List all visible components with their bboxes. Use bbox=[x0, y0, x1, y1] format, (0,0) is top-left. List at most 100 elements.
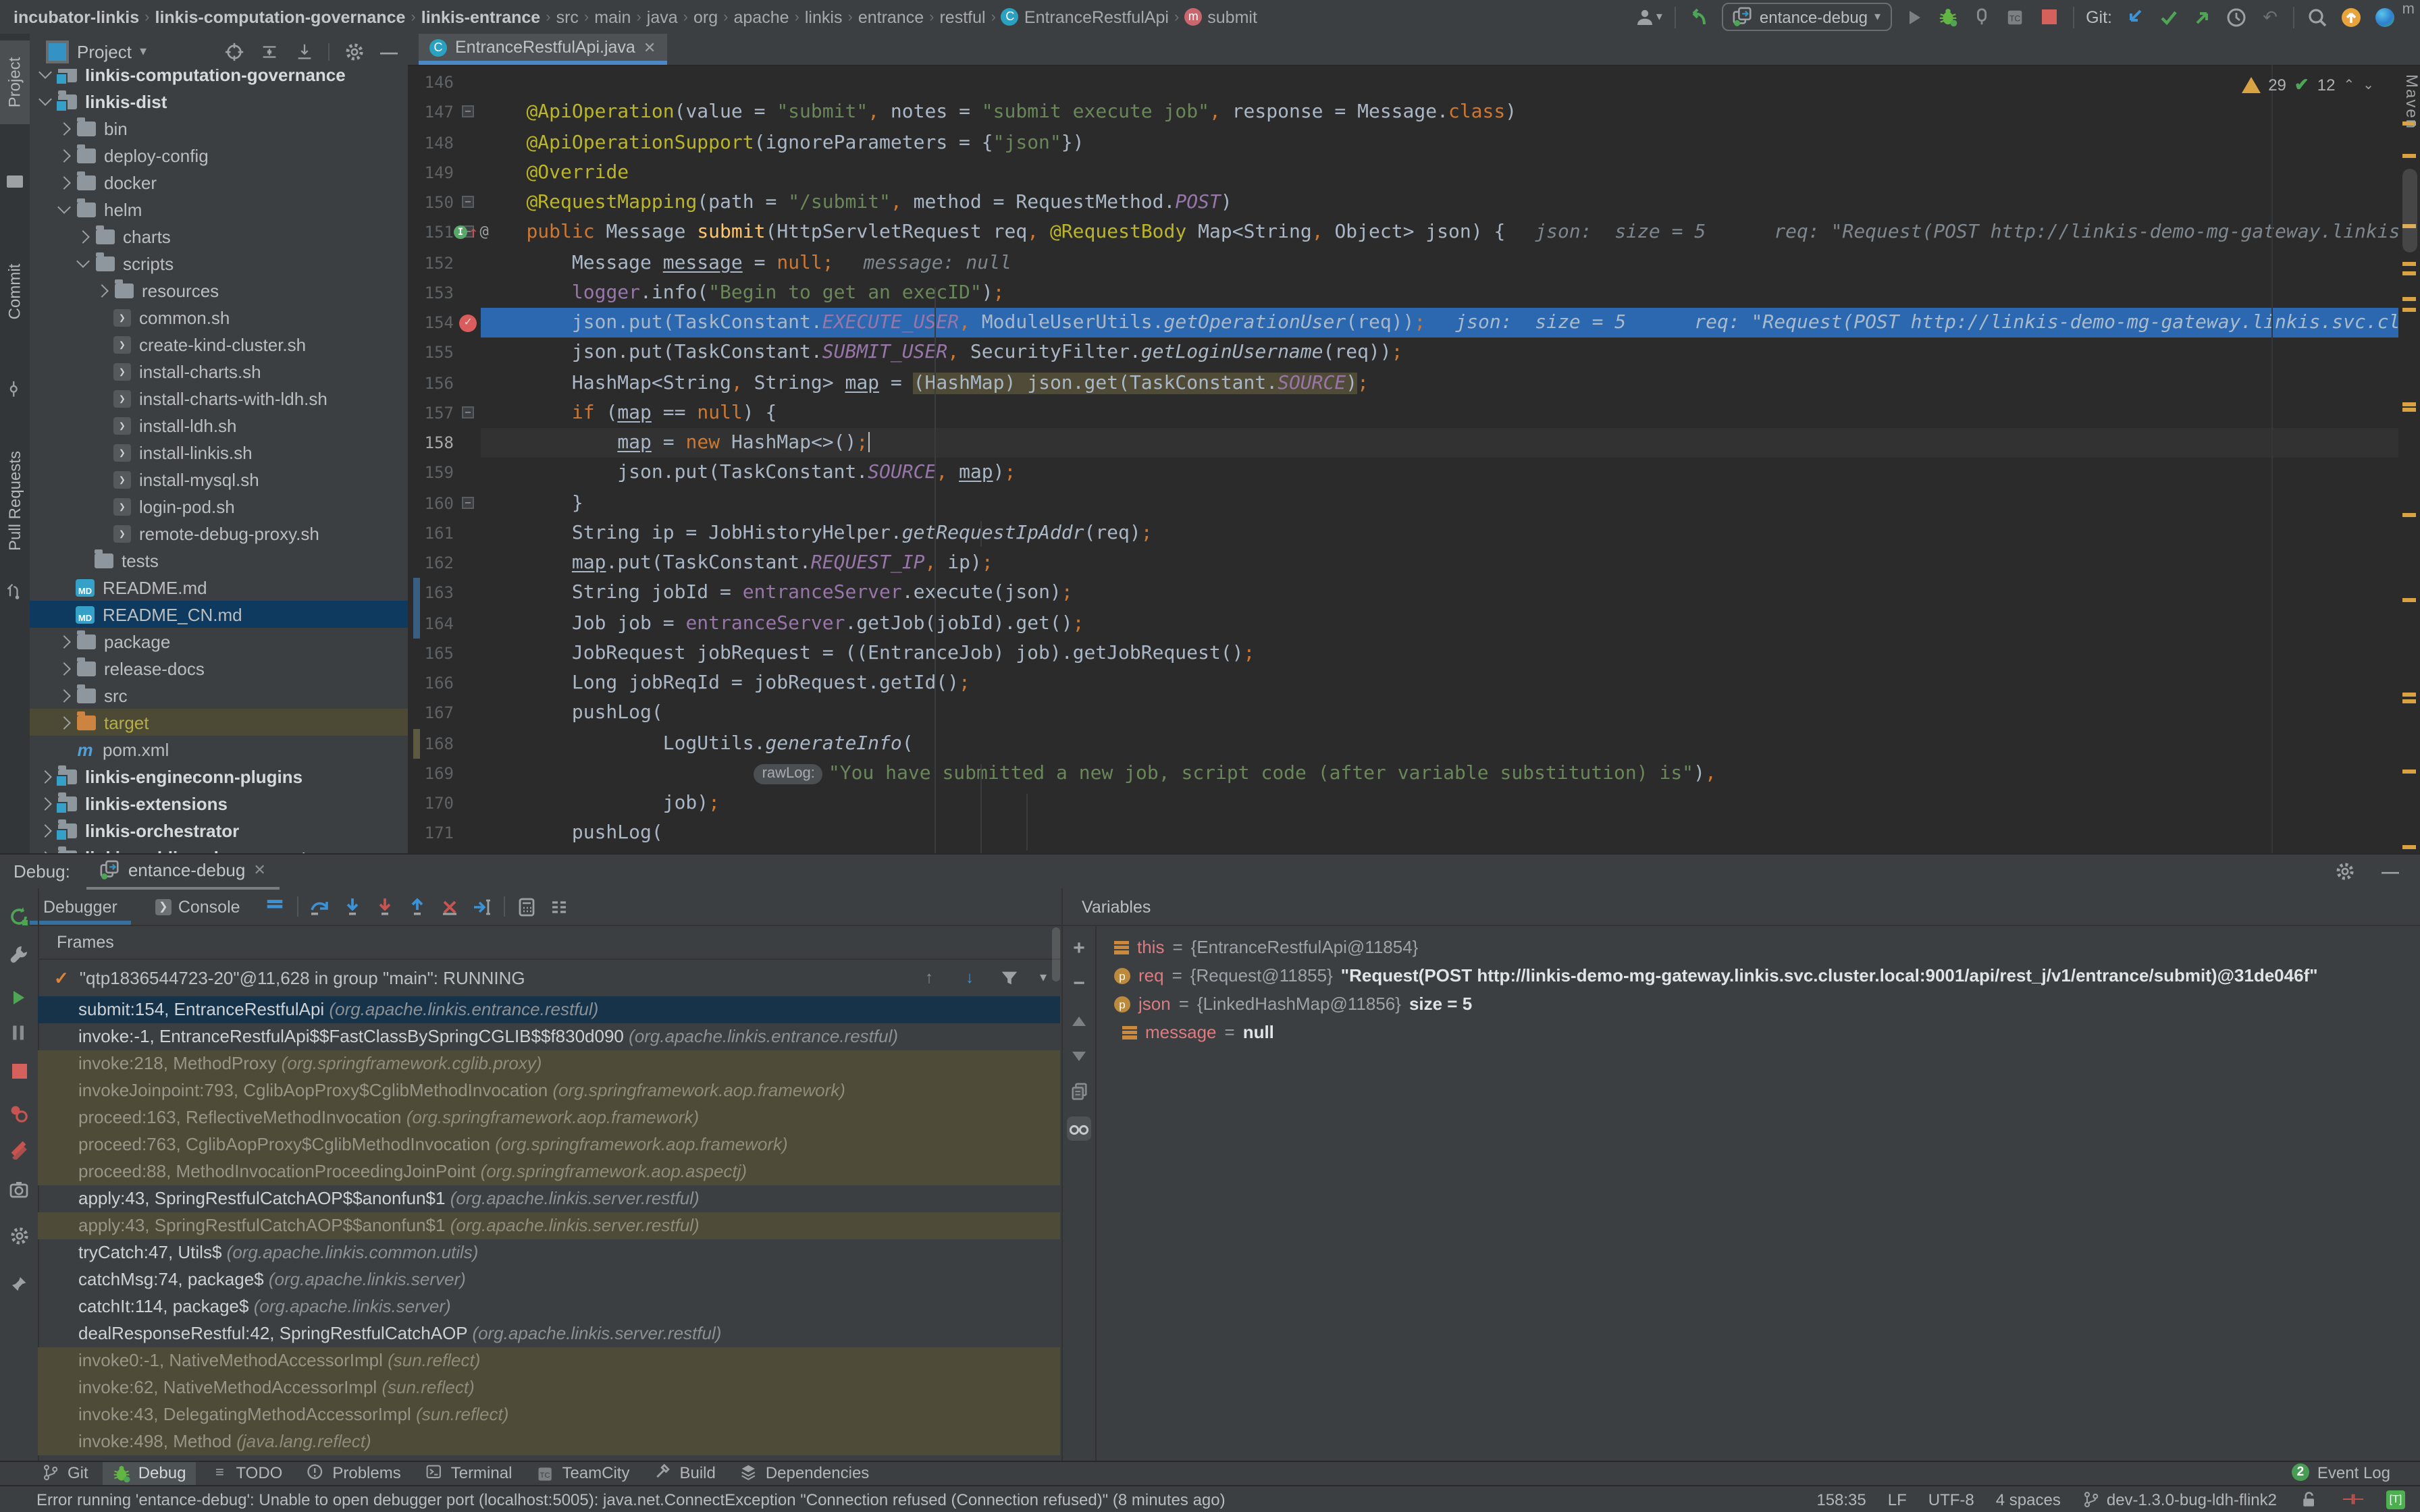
breadcrumb-item[interactable]: linkis bbox=[805, 7, 843, 26]
code-line-167[interactable]: 167 pushLog( bbox=[408, 699, 2398, 729]
tree-collapse-icon[interactable] bbox=[57, 634, 71, 648]
variable-message[interactable]: message=null bbox=[1095, 1018, 2420, 1046]
warning-stripe-mark[interactable] bbox=[2402, 408, 2416, 412]
event-log-button[interactable]: 2 Event Log bbox=[2292, 1461, 2390, 1484]
tree-item-linkis-public-enhancements[interactable]: linkis-public-enhancements bbox=[30, 844, 408, 853]
breadcrumb-item[interactable]: linkis-computation-governance bbox=[155, 7, 406, 26]
code-line-159[interactable]: 159 json.put(TaskConstant.SOURCE, map); bbox=[408, 458, 2398, 489]
tree-item-release-docs[interactable]: release-docs bbox=[30, 655, 408, 682]
breadcrumb-item[interactable]: restful bbox=[939, 7, 985, 26]
code-line-158[interactable]: 158 map = new HashMap<>(); bbox=[408, 428, 2398, 458]
breadcrumb-item[interactable]: java bbox=[647, 7, 678, 26]
tool-button-commit[interactable]: Commit bbox=[0, 254, 30, 328]
tree-item-linkis-extensions[interactable]: linkis-extensions bbox=[30, 790, 408, 817]
force-step-into-button-icon[interactable] bbox=[374, 896, 396, 917]
tree-item-bin[interactable]: bin bbox=[30, 115, 408, 142]
code-line-150[interactable]: 150− @RequestMapping(path = "/submit", m… bbox=[408, 188, 2398, 218]
hide-library-frames-button-icon[interactable] bbox=[999, 967, 1021, 988]
tree-item-deploy-config[interactable]: deploy-config bbox=[30, 142, 408, 169]
code-line-162[interactable]: 162 map.put(TaskConstant.REQUEST_IP, ip)… bbox=[408, 548, 2398, 578]
stack-frame[interactable]: invoke:218, MethodProxy (org.springframe… bbox=[38, 1050, 1060, 1077]
run-to-cursor-button-icon[interactable] bbox=[471, 896, 493, 917]
watch-up-button[interactable] bbox=[1067, 1008, 1091, 1033]
code-line-161[interactable]: 161 String ip = JobHistoryHelper.getRequ… bbox=[408, 518, 2398, 549]
tool-button-todo[interactable]: ≡TODO bbox=[201, 1461, 292, 1484]
locate-file-button-icon[interactable] bbox=[223, 40, 244, 62]
rerun-button[interactable] bbox=[7, 905, 31, 929]
build-project-icon[interactable] bbox=[1688, 6, 1710, 28]
pin-tab-button[interactable] bbox=[7, 1272, 31, 1296]
tree-item-helm[interactable]: helm bbox=[30, 196, 408, 223]
tree-collapse-icon[interactable] bbox=[38, 824, 52, 837]
stack-frame[interactable]: catchMsg:74, package$ (org.apache.linkis… bbox=[38, 1266, 1060, 1293]
tree-expand-icon[interactable] bbox=[38, 69, 52, 79]
code-line-156[interactable]: 156 HashMap<String, String> map = (HashM… bbox=[408, 368, 2398, 398]
thread-dump-button[interactable] bbox=[7, 1177, 31, 1202]
tree-item-install-linkis.sh[interactable]: ❯ install-linkis.sh bbox=[30, 439, 408, 466]
stack-frame[interactable]: invoke:-1, EntranceRestfulApi$$FastClass… bbox=[38, 1023, 1060, 1050]
code-line-155[interactable]: 155 json.put(TaskConstant.SUBMIT_USER, S… bbox=[408, 338, 2398, 369]
tool-button-terminal[interactable]: Terminal bbox=[416, 1461, 522, 1484]
tree-item-README.md[interactable]: MD README.md bbox=[30, 574, 408, 601]
tree-item-pom.xml[interactable]: m pom.xml bbox=[30, 736, 408, 763]
tree-collapse-icon[interactable] bbox=[95, 284, 109, 297]
editor-scrollbar[interactable] bbox=[2402, 169, 2417, 252]
tree-item-install-charts.sh[interactable]: ❯ install-charts.sh bbox=[30, 358, 408, 385]
code-line-146[interactable]: 146 bbox=[408, 68, 2398, 98]
tree-item-linkis-dist[interactable]: linkis-dist bbox=[30, 88, 408, 115]
code-line-157[interactable]: 157− if (map == null) { bbox=[408, 398, 2398, 429]
stack-frame[interactable]: invoke:62, NativeMethodAccessorImpl (sun… bbox=[38, 1374, 1060, 1401]
git-history-button-icon[interactable] bbox=[2226, 6, 2247, 28]
code-line-160[interactable]: 160− } bbox=[408, 488, 2398, 518]
stack-frame[interactable]: proceed:163, ReflectiveMethodInvocation … bbox=[38, 1104, 1060, 1131]
view-breakpoints-button[interactable] bbox=[7, 1102, 31, 1126]
tree-collapse-icon[interactable] bbox=[76, 230, 90, 243]
frame-up-button-icon[interactable]: ↑ bbox=[918, 967, 940, 988]
warning-stripe-mark[interactable] bbox=[2402, 598, 2416, 602]
fold-marker-icon[interactable]: − bbox=[462, 406, 474, 418]
tree-item-README_CN.md[interactable]: MD README_CN.md bbox=[30, 601, 408, 628]
breadcrumb-item[interactable]: msubmit bbox=[1184, 7, 1257, 26]
tree-item-scripts[interactable]: scripts bbox=[30, 250, 408, 277]
tool-button-pull-requests[interactable]: Pull Requests bbox=[0, 439, 30, 563]
tree-item-package[interactable]: package bbox=[30, 628, 408, 655]
chevron-down-icon[interactable]: ▾ bbox=[1040, 970, 1047, 985]
code-line-170[interactable]: 170 job); bbox=[408, 788, 2398, 819]
stack-frame[interactable]: apply:43, SpringRestfulCatchAOP$$anonfun… bbox=[38, 1212, 1060, 1239]
tab-debugger[interactable]: Debugger bbox=[30, 888, 131, 925]
breadcrumb-item[interactable]: apache bbox=[734, 7, 789, 26]
warning-stripe-mark[interactable] bbox=[2402, 693, 2416, 697]
git-rollback-button-icon[interactable]: ↶ bbox=[2259, 6, 2281, 28]
breakpoint-icon[interactable]: ✓ bbox=[459, 314, 477, 331]
tree-item-resources[interactable]: resources bbox=[30, 277, 408, 304]
panel-settings-button-icon[interactable] bbox=[343, 40, 365, 62]
caret-position[interactable]: 158:35 bbox=[1816, 1490, 1866, 1509]
warning-stripe-mark[interactable] bbox=[2402, 770, 2416, 774]
warning-stripe-mark[interactable] bbox=[2402, 699, 2416, 703]
folder-icon[interactable] bbox=[0, 169, 30, 193]
tree-item-linkis-computation-governance[interactable]: linkis-computation-governance bbox=[30, 69, 408, 88]
tree-item-install-ldh.sh[interactable]: ❯ install-ldh.sh bbox=[30, 412, 408, 439]
duplicate-watch-button[interactable] bbox=[1067, 1079, 1091, 1103]
debug-settings-button-icon[interactable] bbox=[2334, 860, 2355, 882]
debug-button-icon[interactable] bbox=[1937, 6, 1959, 28]
stack-frame[interactable]: catchIt:114, package$ (org.apache.linkis… bbox=[38, 1293, 1060, 1320]
user-menu[interactable]: ▾ bbox=[1635, 6, 1662, 28]
tool-button-dependencies[interactable]: Dependencies bbox=[731, 1461, 878, 1484]
tree-item-install-mysql.sh[interactable]: ❯ install-mysql.sh bbox=[30, 466, 408, 493]
debugger-settings-button[interactable] bbox=[7, 1223, 31, 1247]
lock-icon[interactable] bbox=[2298, 1489, 2320, 1511]
tree-item-linkis-engineconn-plugins[interactable]: linkis-engineconn-plugins bbox=[30, 763, 408, 790]
warning-stripe-mark[interactable] bbox=[2402, 513, 2416, 517]
fold-marker-icon[interactable]: − bbox=[462, 196, 474, 208]
hide-panel-button-icon[interactable]: — bbox=[378, 40, 400, 62]
tree-item-src[interactable]: src bbox=[30, 682, 408, 709]
file-encoding[interactable]: UTF-8 bbox=[1928, 1490, 1974, 1509]
layout-settings-button-icon[interactable] bbox=[548, 896, 570, 917]
tree-collapse-icon[interactable] bbox=[38, 796, 52, 810]
resume-button[interactable] bbox=[7, 986, 31, 1010]
watch-down-button[interactable] bbox=[1067, 1044, 1091, 1068]
warning-stripe-mark[interactable] bbox=[2402, 262, 2416, 266]
code-area[interactable]: 146147− @ApiOperation(value = "submit", … bbox=[408, 65, 2398, 853]
mute-breakpoints-button[interactable] bbox=[7, 1137, 31, 1161]
